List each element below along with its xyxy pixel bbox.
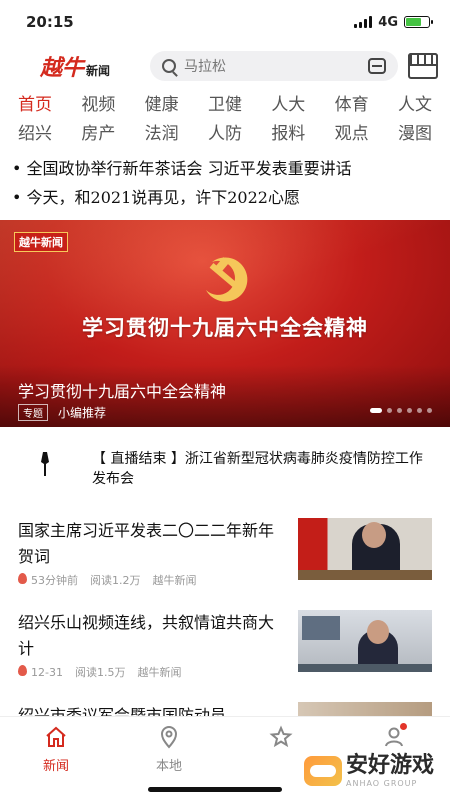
ticker-item[interactable]: 今天，和2021说再见，许下2022心愿 bbox=[12, 183, 438, 212]
hammer-sickle-icon bbox=[206, 257, 248, 302]
carousel-dot[interactable] bbox=[417, 408, 422, 413]
banner-logo: 越牛新闻 bbox=[14, 232, 68, 252]
banner-caption: 学习贯彻十九届六中全会精神 bbox=[18, 382, 227, 401]
banner-tags: 专题 小编推荐 bbox=[18, 404, 106, 421]
flame-icon bbox=[18, 665, 27, 676]
logo-mark: 越牛 bbox=[40, 55, 85, 81]
banner-source: 小编推荐 bbox=[58, 406, 107, 420]
live-text: 【 直播结束 】浙江省新型冠状病毒肺炎疫情防控工作发布会 bbox=[92, 451, 423, 487]
banner-tag: 专题 bbox=[18, 404, 48, 421]
notification-dot bbox=[400, 723, 407, 730]
channel-tab[interactable]: 人文 bbox=[392, 90, 438, 115]
carousel-dot[interactable] bbox=[397, 408, 402, 413]
watermark-text: 安好游戏 bbox=[345, 753, 434, 778]
channel-tab[interactable]: 房产 bbox=[75, 119, 121, 144]
news-thumbnail bbox=[298, 518, 432, 580]
news-meta: 12-31 阅读1.5万 越牛新闻 bbox=[18, 664, 181, 680]
headline-ticker: 全国政协举行新年茶话会 习近平发表重要讲话 今天，和2021说再见，许下2022… bbox=[0, 146, 450, 212]
live-item[interactable]: 【 直播结束 】浙江省新型冠状病毒肺炎疫情防控工作发布会 bbox=[0, 449, 450, 493]
scan-icon[interactable] bbox=[368, 58, 386, 74]
home-icon bbox=[46, 726, 66, 747]
news-meta: 53分钟前 阅读1.2万 越牛新闻 bbox=[18, 572, 197, 588]
carousel-dot[interactable] bbox=[427, 408, 432, 413]
microphone-icon bbox=[41, 452, 49, 476]
status-bar: 20:15 4G bbox=[0, 0, 450, 44]
search-icon bbox=[162, 59, 176, 73]
channel-tab[interactable]: 卫健 bbox=[202, 90, 248, 115]
gamepad-icon bbox=[303, 755, 342, 786]
channel-tab[interactable]: 报料 bbox=[265, 119, 311, 144]
channel-tab[interactable]: 健康 bbox=[139, 90, 185, 115]
channel-tab[interactable]: 法润 bbox=[139, 119, 185, 144]
logo-text: 新闻 bbox=[86, 64, 111, 78]
channel-row-1: 首页 视频 健康 卫健 人大 体育 人文 bbox=[12, 88, 438, 117]
status-time: 20:15 bbox=[26, 13, 74, 31]
ticker-item[interactable]: 全国政协举行新年茶话会 习近平发表重要讲话 bbox=[12, 154, 438, 183]
channel-tab[interactable]: 视频 bbox=[75, 90, 121, 115]
signal-icon bbox=[354, 16, 373, 28]
location-pin-icon bbox=[160, 726, 178, 749]
channel-tab[interactable]: 绍兴 bbox=[12, 119, 58, 144]
tab-news[interactable]: 新闻 bbox=[26, 725, 86, 774]
tab-local-label: 本地 bbox=[155, 759, 182, 774]
channel-tab[interactable]: 漫图 bbox=[392, 119, 438, 144]
news-reads: 阅读1.5万 bbox=[74, 666, 126, 679]
watermark-subtext: ANHAO GROUP bbox=[345, 779, 418, 788]
tab-local[interactable]: 本地 bbox=[139, 725, 199, 774]
banner-headline: 学习贯彻十九届六中全会精神 bbox=[82, 316, 368, 340]
channel-tab[interactable]: 人防 bbox=[202, 119, 248, 144]
banner-carousel[interactable]: 越牛新闻 学习贯彻十九届六中全会精神 学习贯彻十九届六中全会精神 专题 小编推荐 bbox=[0, 220, 450, 427]
watermark: 安好游戏 ANHAO GROUP bbox=[303, 753, 434, 788]
channel-tab[interactable]: 首页 bbox=[12, 90, 58, 115]
search-bar[interactable]: 马拉松 bbox=[150, 51, 398, 81]
channel-row-2: 绍兴 房产 法润 人防 报料 观点 漫图 bbox=[12, 117, 438, 146]
carousel-dot[interactable] bbox=[387, 408, 392, 413]
tab-news-label: 新闻 bbox=[42, 759, 69, 774]
news-time: 53分钟前 bbox=[18, 572, 78, 588]
flame-icon bbox=[18, 573, 27, 584]
news-item[interactable]: 绍兴乐山视频连线，共叙情谊共商大计 12-31 阅读1.5万 越牛新闻 bbox=[0, 610, 450, 702]
carousel-dot[interactable] bbox=[370, 408, 382, 413]
channel-nav: 首页 视频 健康 卫健 人大 体育 人文 绍兴 房产 法润 人防 报料 观点 漫图 bbox=[0, 88, 450, 146]
home-indicator bbox=[148, 787, 282, 792]
news-thumbnail bbox=[298, 610, 432, 672]
news-source: 越牛新闻 bbox=[137, 666, 182, 679]
channel-tab[interactable]: 观点 bbox=[329, 119, 375, 144]
status-indicators: 4G bbox=[354, 14, 433, 30]
battery-icon bbox=[404, 16, 433, 28]
tab-profile[interactable] bbox=[364, 723, 424, 749]
channel-tab[interactable]: 体育 bbox=[329, 90, 375, 115]
news-item[interactable]: 国家主席习近平发表二〇二二年新年贺词 53分钟前 阅读1.2万 越牛新闻 bbox=[0, 518, 450, 610]
news-time: 12-31 bbox=[18, 665, 63, 679]
app-logo[interactable]: 越牛 新闻 bbox=[40, 50, 140, 82]
tab-favorites[interactable] bbox=[251, 725, 311, 749]
news-title: 国家主席习近平发表二〇二二年新年贺词 bbox=[18, 521, 275, 566]
search-placeholder: 马拉松 bbox=[184, 59, 226, 75]
store-icon[interactable] bbox=[408, 53, 438, 79]
star-icon bbox=[269, 725, 293, 748]
carousel-indicator bbox=[370, 408, 432, 413]
news-title: 绍兴乐山视频连线，共叙情谊共商大计 bbox=[18, 613, 275, 658]
news-reads: 阅读1.2万 bbox=[90, 574, 141, 587]
app-header: 越牛 新闻 马拉松 bbox=[0, 44, 450, 88]
news-source: 越牛新闻 bbox=[152, 574, 197, 587]
network-label: 4G bbox=[378, 14, 398, 30]
carousel-dot[interactable] bbox=[407, 408, 412, 413]
channel-tab[interactable]: 人大 bbox=[265, 90, 311, 115]
